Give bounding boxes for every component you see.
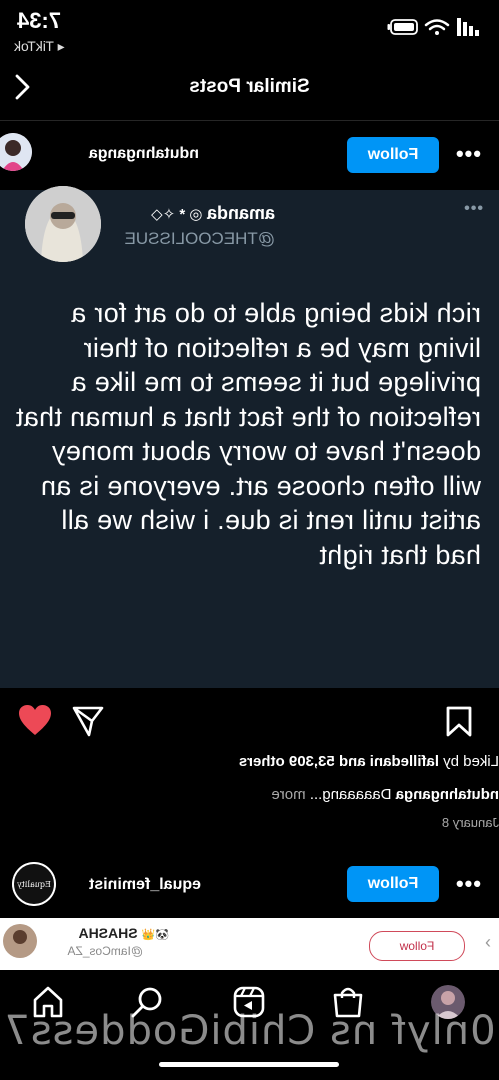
tweet-more-icon: ••• (463, 200, 483, 217)
likes-summary[interactable]: Liked by lafilledani and 53,309 others (21, 753, 499, 770)
battery-icon (387, 19, 418, 35)
post2-author-avatar[interactable]: Equality (12, 862, 56, 906)
like-heart-icon[interactable] (17, 703, 53, 737)
liked-by-user[interactable]: lafilledani (370, 753, 439, 770)
tweet-author-handle: @THECOOLISSUE (124, 229, 275, 248)
follow-button[interactable]: Follow (347, 137, 439, 173)
tweet-author-name: amanda (206, 203, 275, 223)
home-indicator (159, 1062, 339, 1067)
post-date: January 8 (441, 815, 499, 830)
caption-more-link[interactable]: more (271, 786, 309, 803)
tweet-text: rich kids being able to do art for a liv… (15, 298, 481, 570)
banner-handle: @IamCos_ZA (67, 944, 143, 958)
banner-chevron-icon[interactable]: › (485, 932, 491, 953)
banner-emoji-icon: 🐼👑 (141, 929, 169, 941)
share-send-icon[interactable] (71, 704, 105, 738)
liked-by-count[interactable]: and 53,309 others (239, 753, 370, 770)
liked-by-prefix: Liked by (438, 753, 499, 770)
banner-name-row: 🐼👑SHASHA (41, 925, 169, 943)
banner-name: SHASHA (78, 925, 138, 941)
header-divider (0, 120, 499, 121)
bookmark-icon[interactable] (445, 705, 473, 737)
page-title: Similar Posts (189, 76, 310, 97)
back-chevron-icon[interactable] (7, 72, 37, 102)
post-author-avatar[interactable] (0, 133, 32, 171)
avatar-logo-text: Equality (17, 880, 51, 889)
post2-more-options-icon[interactable]: ••• (455, 871, 481, 897)
post-more-options-icon[interactable]: ••• (455, 141, 481, 167)
post-author-username[interactable]: ndutahnganga (39, 145, 199, 163)
banner-follow-button[interactable]: Follow (369, 931, 465, 961)
status-time: 7:34 (17, 8, 62, 33)
watermark-text: 0nlyf ns ChibiGoddess7 (3, 1008, 496, 1054)
back-to-app-link[interactable]: ◂ TikTok (14, 38, 94, 55)
caption-text: Daaaaang... (309, 786, 396, 803)
caption-username[interactable]: ndutahnganga (396, 786, 499, 803)
cellular-signal-icon (457, 18, 479, 36)
banner-avatar[interactable] (3, 924, 37, 958)
post2-author-username[interactable]: equal_feminist (61, 876, 201, 894)
wifi-icon (424, 19, 450, 35)
screen: 7:34 ◂ TikTok Similar Posts ndutahnganga… (0, 0, 499, 1080)
tweet-author-name-row: amanda ◎ * ✧◇ (105, 203, 275, 224)
caption: ndutahnganga Daaaaang... more (21, 786, 499, 803)
status-icons (386, 16, 481, 40)
tweet-name-badges: ◎ * ✧◇ (151, 206, 203, 223)
post2-follow-button[interactable]: Follow (347, 866, 439, 902)
tweet-author-avatar (25, 186, 101, 262)
